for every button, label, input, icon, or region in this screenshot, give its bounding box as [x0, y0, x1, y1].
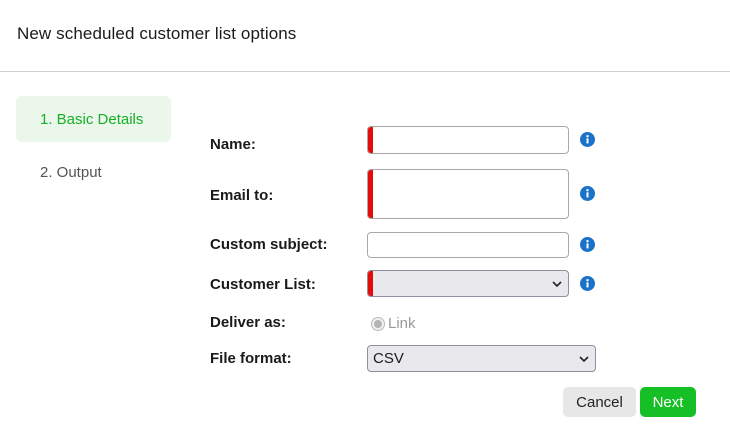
info-icon[interactable]	[580, 276, 595, 291]
custom-subject-label: Custom subject:	[210, 236, 328, 253]
step-nav: 1. Basic Details 2. Output	[16, 96, 171, 200]
radio-button	[371, 316, 385, 331]
file-format-label: File format:	[210, 350, 292, 367]
email-to-field[interactable]	[367, 169, 569, 219]
email-to-input[interactable]	[368, 170, 568, 218]
step-basic-details[interactable]: 1. Basic Details	[16, 96, 171, 142]
customer-list-select[interactable]	[367, 270, 569, 297]
deliver-as-link-option: Link	[371, 315, 416, 332]
cancel-button[interactable]: Cancel	[563, 387, 636, 417]
chevron-down-icon	[579, 356, 589, 363]
file-format-select[interactable]: CSV	[367, 345, 596, 372]
dialog-header: New scheduled customer list options	[0, 0, 730, 72]
chevron-down-icon	[552, 281, 562, 288]
custom-subject-input[interactable]	[368, 233, 568, 257]
info-icon[interactable]	[580, 237, 595, 252]
email-to-label: Email to:	[210, 187, 274, 204]
name-input[interactable]	[368, 127, 568, 153]
dialog-title: New scheduled customer list options	[17, 24, 297, 43]
file-format-value: CSV	[373, 350, 404, 367]
customer-list-label: Customer List:	[210, 276, 316, 293]
custom-subject-field[interactable]	[367, 232, 569, 258]
next-button[interactable]: Next	[640, 387, 696, 417]
step-output[interactable]: 2. Output	[16, 146, 171, 200]
deliver-as-link-label: Link	[388, 315, 416, 332]
name-field[interactable]	[367, 126, 569, 154]
deliver-as-label: Deliver as:	[210, 314, 286, 331]
info-icon[interactable]	[580, 186, 595, 201]
name-label: Name:	[210, 136, 256, 153]
info-icon[interactable]	[580, 132, 595, 147]
